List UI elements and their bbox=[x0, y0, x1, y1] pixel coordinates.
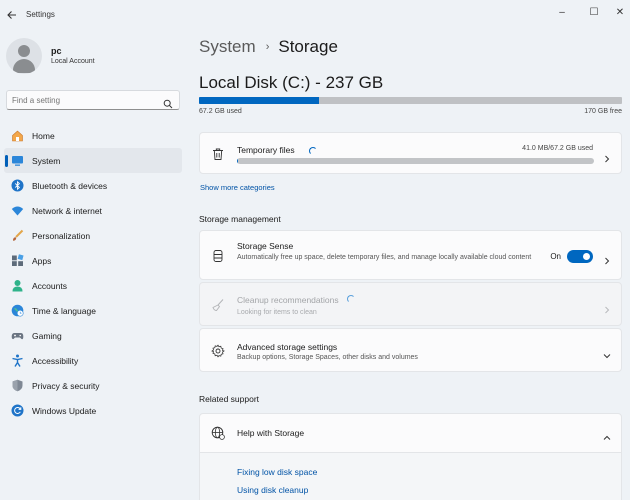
storage-drive-icon bbox=[211, 249, 225, 263]
sidebar-item-home[interactable]: Home bbox=[4, 123, 182, 148]
search-icon[interactable] bbox=[163, 96, 173, 109]
minimize-button[interactable]: – bbox=[552, 5, 572, 19]
storage-sense-card[interactable]: Storage Sense Automatically free up spac… bbox=[199, 230, 622, 280]
disk-usage-fill bbox=[199, 97, 320, 104]
globe-icon bbox=[11, 304, 24, 317]
sidebar-item-accessibility[interactable]: Accessibility bbox=[4, 348, 182, 373]
storage-sense-description: Automatically free up space, delete temp… bbox=[237, 254, 532, 261]
temporary-files-bar bbox=[237, 158, 594, 164]
disk-free-label: 170 GB free bbox=[584, 108, 622, 115]
broom-icon bbox=[211, 298, 225, 312]
sidebar-item-network[interactable]: Network & internet bbox=[4, 198, 182, 223]
temporary-files-title: Temporary files bbox=[237, 145, 295, 155]
search-box[interactable] bbox=[6, 90, 180, 110]
temporary-files-amount: 41.0 MB/67.2 GB used bbox=[522, 145, 593, 152]
sidebar-item-bluetooth[interactable]: Bluetooth & devices bbox=[4, 173, 182, 198]
avatar bbox=[6, 38, 42, 74]
account-type: Local Account bbox=[51, 58, 95, 65]
sidebar-item-system[interactable]: System bbox=[4, 148, 182, 173]
disk-used-label: 67.2 GB used bbox=[199, 108, 242, 115]
sidebar-item-gaming[interactable]: Gaming bbox=[4, 323, 182, 348]
back-arrow-icon[interactable] bbox=[4, 7, 20, 23]
user-name: pc bbox=[51, 46, 62, 56]
show-more-categories-link[interactable]: Show more categories bbox=[200, 183, 275, 192]
brush-icon bbox=[11, 229, 24, 242]
storage-sense-toggle[interactable] bbox=[567, 250, 593, 263]
cleanup-recommendations-description: Looking for items to clean bbox=[237, 309, 317, 316]
chevron-right-icon bbox=[603, 252, 611, 265]
system-icon bbox=[11, 154, 24, 167]
help-links-panel: Fixing low disk space Using disk cleanup bbox=[199, 453, 622, 500]
page-title: Storage bbox=[278, 37, 338, 56]
accessibility-icon bbox=[11, 354, 24, 367]
cleanup-recommendations-card[interactable]: Cleanup recommendations Looking for item… bbox=[199, 282, 622, 326]
home-icon bbox=[11, 129, 24, 142]
breadcrumb-chevron-icon: › bbox=[265, 41, 270, 53]
sidebar-nav: Home System Bluetooth & devices Network … bbox=[4, 123, 182, 423]
sidebar-item-windows-update[interactable]: Windows Update bbox=[4, 398, 182, 423]
app-title: Settings bbox=[26, 10, 55, 19]
storage-sense-title: Storage Sense bbox=[237, 241, 294, 251]
loading-spinner-icon bbox=[309, 147, 317, 155]
chevron-right-icon bbox=[603, 301, 611, 314]
chevron-down-icon bbox=[603, 347, 611, 359]
bluetooth-icon bbox=[11, 179, 24, 192]
close-button[interactable]: ✕ bbox=[610, 5, 630, 19]
advanced-storage-settings-card[interactable]: Advanced storage settings Backup options… bbox=[199, 328, 622, 372]
disk-title: Local Disk (C:) - 237 GB bbox=[199, 73, 384, 92]
storage-sense-state: On bbox=[550, 252, 561, 261]
chevron-right-icon bbox=[603, 150, 611, 163]
search-input[interactable] bbox=[12, 94, 162, 107]
sidebar-item-privacy-security[interactable]: Privacy & security bbox=[4, 373, 182, 398]
help-link-fixing-low-disk-space[interactable]: Fixing low disk space bbox=[237, 467, 317, 477]
trash-icon bbox=[211, 147, 225, 161]
gamepad-icon bbox=[11, 329, 24, 342]
title-bar: Settings – ☐ ✕ bbox=[0, 0, 630, 30]
breadcrumb: System › Storage bbox=[199, 37, 338, 57]
maximize-button[interactable]: ☐ bbox=[584, 5, 604, 19]
temporary-files-card[interactable]: Temporary files 41.0 MB/67.2 GB used bbox=[199, 132, 622, 174]
breadcrumb-system-link[interactable]: System bbox=[199, 37, 256, 57]
sidebar-item-accounts[interactable]: Accounts bbox=[4, 273, 182, 298]
sidebar-item-personalization[interactable]: Personalization bbox=[4, 223, 182, 248]
help-with-storage-title: Help with Storage bbox=[237, 428, 305, 438]
help-globe-icon bbox=[211, 426, 225, 440]
advanced-storage-settings-title: Advanced storage settings bbox=[237, 342, 338, 352]
advanced-storage-settings-description: Backup options, Storage Spaces, other di… bbox=[237, 354, 418, 361]
active-indicator bbox=[5, 155, 8, 167]
cleanup-recommendations-title: Cleanup recommendations bbox=[237, 295, 339, 305]
help-with-storage-card[interactable]: Help with Storage bbox=[199, 413, 622, 453]
chevron-up-icon bbox=[603, 429, 611, 440]
loading-spinner-icon bbox=[347, 295, 355, 303]
apps-icon bbox=[11, 254, 24, 267]
shield-icon bbox=[11, 379, 24, 392]
gear-icon bbox=[211, 344, 225, 358]
disk-usage-bar bbox=[199, 97, 622, 104]
accounts-icon bbox=[11, 279, 24, 292]
related-support-heading: Related support bbox=[199, 394, 260, 404]
sidebar-item-apps[interactable]: Apps bbox=[4, 248, 182, 273]
help-link-using-disk-cleanup[interactable]: Using disk cleanup bbox=[237, 485, 308, 495]
update-icon bbox=[11, 404, 24, 417]
storage-management-heading: Storage management bbox=[199, 214, 281, 224]
sidebar-item-time-language[interactable]: Time & language bbox=[4, 298, 182, 323]
wifi-icon bbox=[11, 204, 24, 217]
